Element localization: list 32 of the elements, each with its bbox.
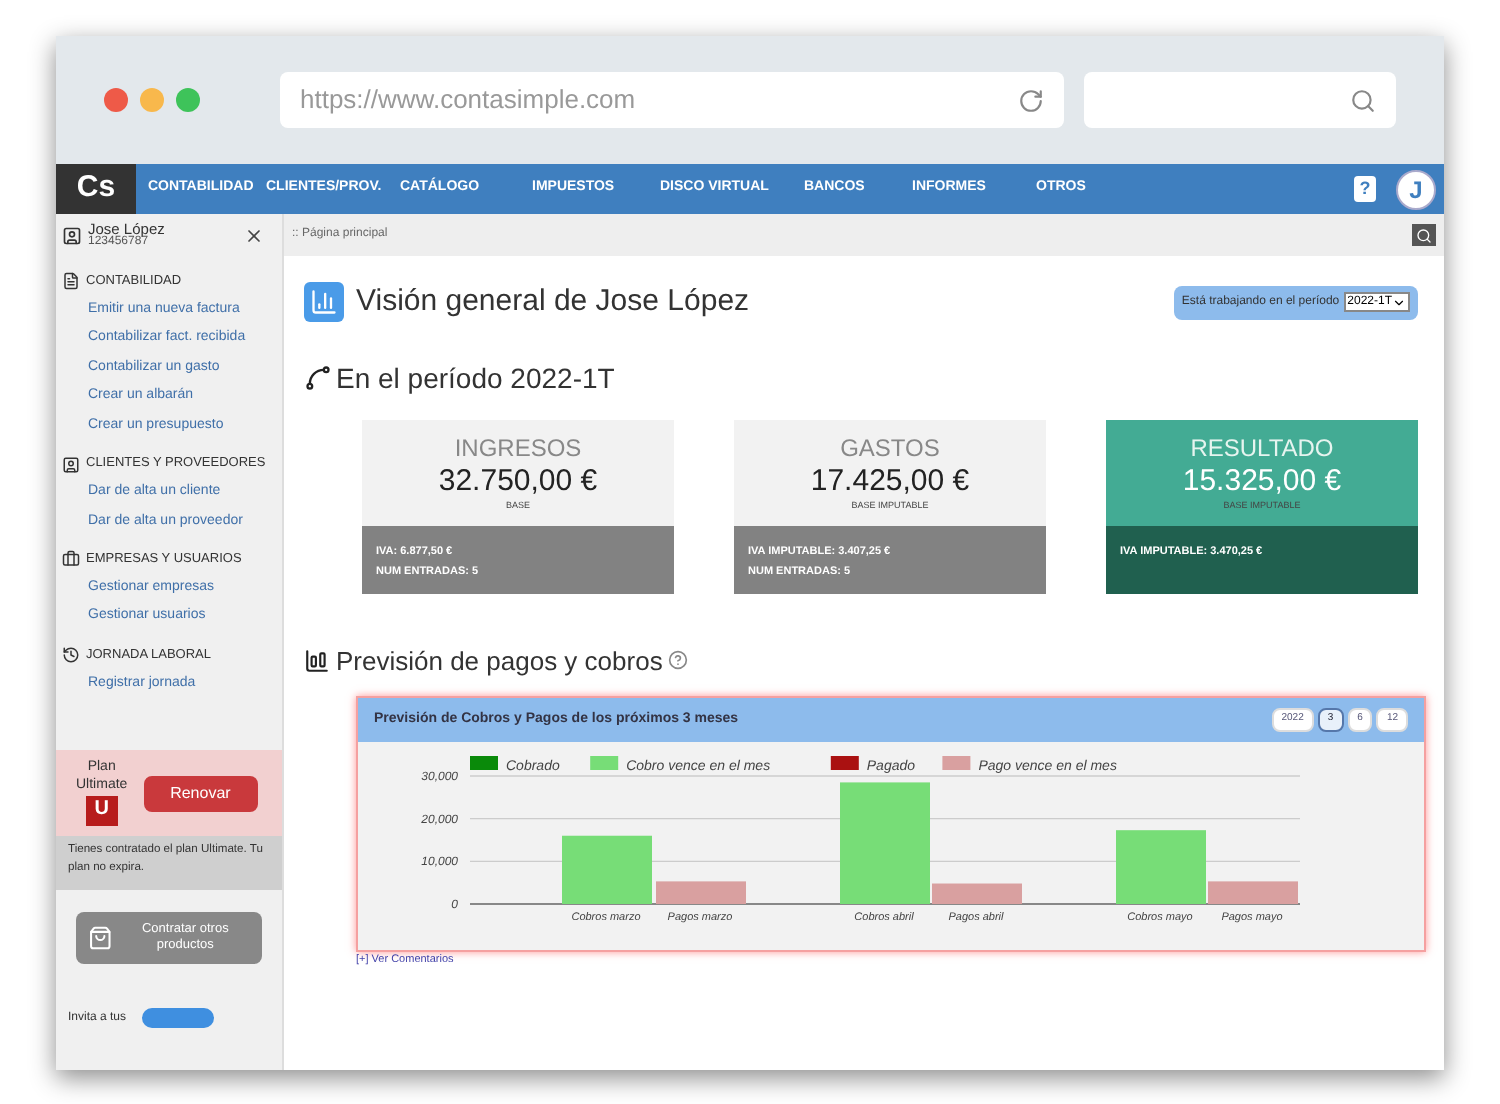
- address-bar[interactable]: https://www.contasimple.com: [280, 72, 1064, 128]
- logo[interactable]: Cs: [56, 164, 136, 214]
- help-button[interactable]: ?: [1354, 176, 1376, 202]
- section-icon: [62, 646, 80, 665]
- card-title: GASTOS: [840, 431, 940, 465]
- section-icon: [62, 272, 80, 291]
- section-icon: [62, 550, 80, 569]
- card-title: RESULTADO: [1190, 431, 1334, 465]
- page-title: Visión general de Jose López: [356, 282, 750, 322]
- bar-chart-icon: [304, 647, 330, 674]
- renew-button[interactable]: Renovar: [143, 775, 258, 811]
- reload-icon[interactable]: [1017, 87, 1044, 113]
- bag-icon: [88, 924, 113, 952]
- search-icon[interactable]: [1350, 87, 1376, 113]
- user-icon: [62, 225, 82, 245]
- user-avatar[interactable]: J: [1396, 169, 1436, 209]
- chevron-icon: [1392, 295, 1406, 310]
- url-text: https://www.contasimple.com: [300, 82, 636, 119]
- card-amount: 15.325,00 €: [1182, 465, 1342, 495]
- card-amount: 32.750,00 €: [438, 465, 598, 495]
- section-icon: [62, 455, 80, 474]
- period-heading: En el período 2022-1T: [336, 359, 615, 398]
- forecast-heading: Previsión de pagos y cobros: [336, 643, 663, 680]
- card-amount: 17.425,00 €: [810, 465, 970, 495]
- trend-icon: [304, 364, 332, 392]
- search-button[interactable]: [1412, 224, 1436, 246]
- chart-icon: [304, 282, 344, 323]
- plan-badge: U: [85, 795, 118, 826]
- search-field[interactable]: [1083, 72, 1396, 128]
- card-title: INGRESOS: [454, 431, 582, 465]
- help-icon[interactable]: [668, 650, 689, 671]
- invite-button[interactable]: [142, 1008, 215, 1028]
